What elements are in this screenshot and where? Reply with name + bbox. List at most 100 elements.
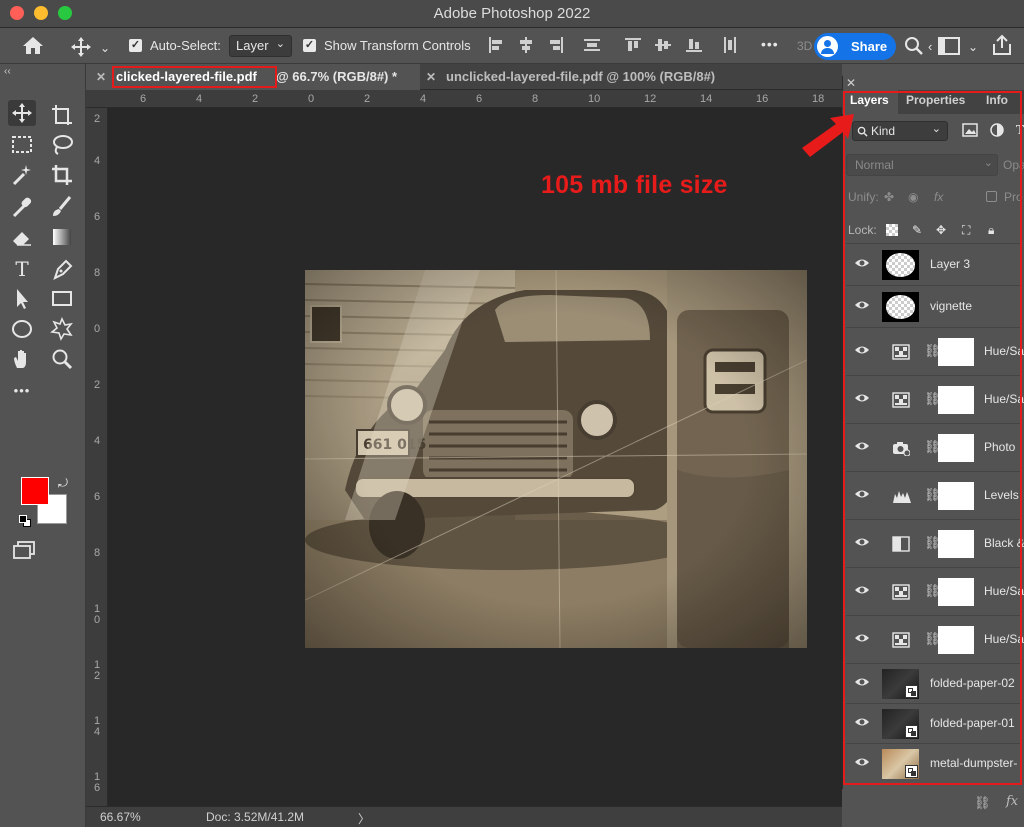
adjustment-layer-filter-icon[interactable]: [990, 123, 1004, 137]
gradient-tool-icon[interactable]: [53, 229, 71, 245]
unify-visibility-icon[interactable]: ◉: [908, 190, 918, 204]
align-left-icon[interactable]: [488, 37, 504, 53]
eye-visibility-icon[interactable]: [854, 535, 870, 552]
layer-row[interactable]: ⛓ Hue/Sa: [846, 615, 1024, 663]
auto-select-dropdown[interactable]: Layer ⌄: [229, 35, 292, 57]
unify-position-icon[interactable]: ✤: [884, 190, 894, 204]
close-tab-icon[interactable]: ✕: [96, 64, 106, 90]
layer-row[interactable]: ⛓ Hue/Sa: [846, 375, 1024, 423]
close-panel-icon[interactable]: ✕: [846, 76, 856, 90]
export-icon[interactable]: [991, 34, 1013, 56]
align-center-icon[interactable]: [518, 37, 534, 53]
search-icon[interactable]: [904, 36, 924, 56]
eye-visibility-icon[interactable]: [854, 256, 870, 273]
collapse-tools-icon[interactable]: ‹‹: [4, 66, 11, 77]
crop-tool-icon[interactable]: [48, 162, 76, 188]
pixel-layer-filter-icon[interactable]: [962, 123, 978, 137]
layer-filter-kind-dropdown[interactable]: Kind ⌄: [852, 121, 948, 141]
marquee-tool-icon[interactable]: [8, 132, 36, 158]
eye-visibility-icon[interactable]: [854, 675, 870, 692]
workspace-icon[interactable]: [938, 37, 960, 55]
align-right-icon[interactable]: [548, 37, 564, 53]
eye-visibility-icon[interactable]: [854, 631, 870, 648]
layer-mask-thumbnail[interactable]: [938, 386, 974, 414]
layer-row[interactable]: metal-dumpster-: [846, 743, 1022, 783]
ellipse-tool-icon[interactable]: [8, 316, 36, 342]
rectangle-tool-icon[interactable]: [48, 286, 76, 312]
screen-mode-icon[interactable]: [12, 540, 36, 560]
distribute-horizontal-icon[interactable]: [584, 37, 600, 53]
distribute-vertical-icon[interactable]: [722, 37, 738, 53]
show-transform-checkbox[interactable]: ✓: [303, 39, 316, 52]
align-bottom-icon[interactable]: [686, 37, 702, 53]
link-layers-icon[interactable]: ⛓: [974, 795, 991, 811]
zoom-tool-icon[interactable]: [48, 346, 76, 372]
pen-tool-icon[interactable]: [48, 256, 76, 282]
lock-transparent-icon[interactable]: [886, 224, 898, 236]
propagate-checkbox[interactable]: [986, 191, 997, 202]
eye-visibility-icon[interactable]: [854, 439, 870, 456]
tab-unclicked-layered-file[interactable]: ✕ unclicked-layered-file.pdf @ 100% (RGB…: [420, 64, 750, 90]
type-layer-filter-icon[interactable]: T: [1016, 123, 1024, 137]
layer-row[interactable]: ⛓ Black &: [846, 519, 1024, 567]
tab-info[interactable]: Info: [986, 90, 1020, 114]
tab-properties[interactable]: Properties: [906, 90, 980, 114]
swap-colors-icon[interactable]: ⤾: [58, 476, 68, 491]
layer-row[interactable]: ⛓ Photo: [846, 423, 1022, 471]
unify-style-icon[interactable]: fx: [934, 190, 943, 204]
eye-visibility-icon[interactable]: [854, 343, 870, 360]
layer-row[interactable]: ⛓ Hue/Sa: [846, 567, 1024, 615]
eye-visibility-icon[interactable]: [854, 298, 870, 315]
chevron-left-icon[interactable]: ‹: [928, 37, 932, 57]
foreground-color-swatch[interactable]: [21, 477, 49, 505]
layer-style-fx-icon[interactable]: fx: [1006, 794, 1018, 809]
path-selection-tool-icon[interactable]: [8, 286, 36, 312]
layer-row[interactable]: vignette: [846, 285, 1022, 327]
blend-mode-dropdown[interactable]: Normal ⌄: [846, 154, 998, 176]
lasso-tool-icon[interactable]: [48, 132, 76, 158]
auto-select-checkbox[interactable]: ✓: [129, 39, 142, 52]
align-middle-icon[interactable]: [655, 37, 671, 53]
layer-mask-thumbnail[interactable]: [938, 530, 974, 558]
move-tool-icon[interactable]: [70, 36, 92, 58]
eye-visibility-icon[interactable]: [854, 487, 870, 504]
layer-mask-thumbnail[interactable]: [938, 482, 974, 510]
lock-all-icon[interactable]: 🔒︎: [988, 223, 994, 238]
eye-visibility-icon[interactable]: [854, 755, 870, 772]
default-colors-icon[interactable]: [19, 515, 31, 527]
layer-mask-thumbnail[interactable]: [938, 434, 974, 462]
brush-tool-icon[interactable]: [48, 194, 76, 220]
eye-visibility-icon[interactable]: [854, 715, 870, 732]
move-tool-icon[interactable]: [8, 100, 36, 126]
lock-artboard-icon[interactable]: ⛶: [962, 223, 970, 238]
layer-mask-thumbnail[interactable]: [938, 578, 974, 606]
lock-position-icon[interactable]: ✥: [936, 223, 946, 237]
magic-wand-tool-icon[interactable]: [8, 162, 36, 188]
layer-row[interactable]: Layer 3: [846, 243, 1022, 285]
share-button[interactable]: Share: [814, 33, 896, 60]
custom-shape-tool-icon[interactable]: [48, 316, 76, 342]
chevron-down-icon[interactable]: ⌄: [968, 37, 978, 57]
layer-mask-thumbnail[interactable]: [938, 338, 974, 366]
eraser-tool-icon[interactable]: [8, 224, 36, 250]
chevron-down-icon[interactable]: ⌄: [100, 38, 110, 58]
artboard-tool-icon[interactable]: [48, 102, 76, 128]
layer-row[interactable]: ⛓ Levels: [846, 471, 1022, 519]
eye-visibility-icon[interactable]: [854, 583, 870, 600]
lock-image-brush-icon[interactable]: ✎: [912, 223, 922, 237]
home-icon[interactable]: [22, 35, 44, 55]
document-image[interactable]: 661 015: [305, 270, 807, 648]
type-tool-icon[interactable]: T: [8, 256, 36, 282]
zoom-level[interactable]: 66.67%: [100, 810, 141, 824]
more-options-button[interactable]: •••: [761, 36, 779, 52]
hand-tool-icon[interactable]: [8, 346, 36, 372]
more-tools-icon[interactable]: •••: [8, 378, 36, 404]
layer-mask-thumbnail[interactable]: [938, 626, 974, 654]
close-tab-icon[interactable]: ✕: [426, 64, 436, 90]
align-top-icon[interactable]: [625, 37, 641, 53]
eyedropper-tool-icon[interactable]: [8, 194, 36, 220]
layer-row[interactable]: folded-paper-02: [846, 663, 1022, 703]
eye-visibility-icon[interactable]: [854, 391, 870, 408]
layer-row[interactable]: ⛓ Hue/Sa: [846, 327, 1024, 375]
status-menu-button[interactable]: 〉: [358, 810, 370, 827]
